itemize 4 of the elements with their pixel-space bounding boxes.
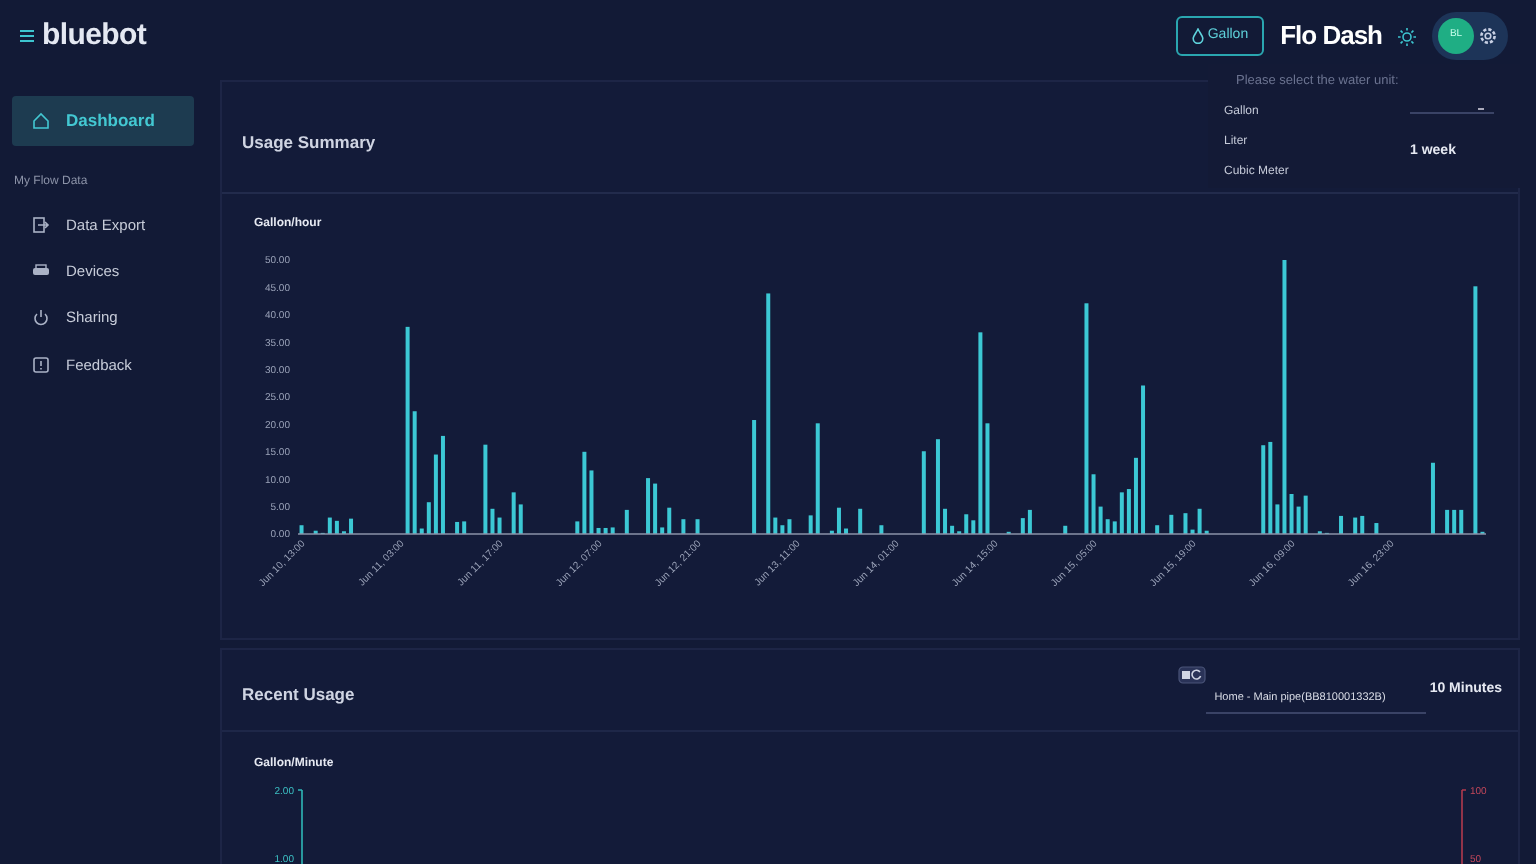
card-title: Usage Summary <box>240 130 376 156</box>
brand-logo: bluebot <box>42 15 147 56</box>
card-title: Recent Usage <box>242 681 355 707</box>
app-name: Flo Dash <box>1280 18 1382 55</box>
